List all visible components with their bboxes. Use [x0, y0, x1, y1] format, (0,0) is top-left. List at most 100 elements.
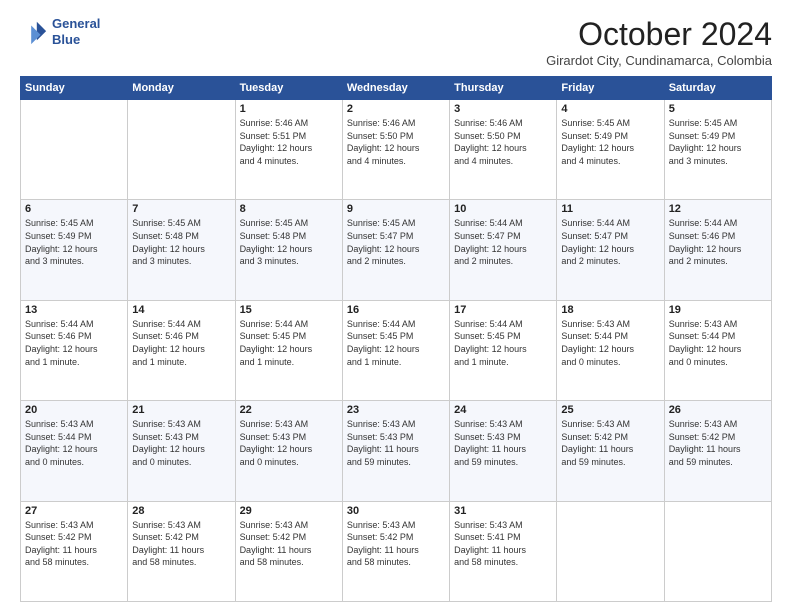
table-row: 4 Sunrise: 5:45 AM Sunset: 5:49 PM Daylig…: [557, 100, 664, 200]
day-number: 10: [454, 203, 552, 215]
cell-content: Sunrise: 5:44 AM Sunset: 5:46 PM Dayligh…: [669, 217, 767, 267]
page: General Blue October 2024 Girardot City,…: [0, 0, 792, 612]
day-number: 29: [240, 505, 338, 517]
table-row: 19 Sunrise: 5:43 AM Sunset: 5:44 PM Dayli…: [664, 300, 771, 400]
cell-content: Sunrise: 5:43 AM Sunset: 5:43 PM Dayligh…: [132, 418, 230, 468]
day-number: 12: [669, 203, 767, 215]
day-number: 4: [561, 103, 659, 115]
col-friday: Friday: [557, 77, 664, 100]
table-row: 31 Sunrise: 5:43 AM Sunset: 5:41 PM Dayli…: [450, 501, 557, 601]
table-row: 15Sunrise: 5:44 AM Sunset: 5:45 PM Dayli…: [235, 300, 342, 400]
table-row: 2 Sunrise: 5:46 AM Sunset: 5:50 PM Daylig…: [342, 100, 449, 200]
cell-content: Sunrise: 5:45 AM Sunset: 5:49 PM Dayligh…: [561, 117, 659, 167]
cell-content: Sunrise: 5:45 AM Sunset: 5:48 PM Dayligh…: [240, 217, 338, 267]
day-number: 18: [561, 304, 659, 316]
day-number: 5: [669, 103, 767, 115]
table-row: 30Sunrise: 5:43 AM Sunset: 5:42 PM Dayli…: [342, 501, 449, 601]
month-title: October 2024: [546, 16, 772, 53]
table-row: 24Sunrise: 5:43 AM Sunset: 5:43 PM Dayli…: [450, 401, 557, 501]
table-row: 3Sunrise: 5:46 AM Sunset: 5:50 PM Daylig…: [450, 100, 557, 200]
table-row: 18 Sunrise: 5:43 AM Sunset: 5:44 PM Dayli…: [557, 300, 664, 400]
cell-content: Sunrise: 5:44 AM Sunset: 5:47 PM Dayligh…: [561, 217, 659, 267]
table-row: 12 Sunrise: 5:44 AM Sunset: 5:46 PM Dayli…: [664, 200, 771, 300]
table-row: 11 Sunrise: 5:44 AM Sunset: 5:47 PM Dayli…: [557, 200, 664, 300]
day-number: 23: [347, 404, 445, 416]
table-row: 13 Sunrise: 5:44 AM Sunset: 5:46 PM Dayli…: [21, 300, 128, 400]
cell-content: Sunrise: 5:44 AM Sunset: 5:45 PM Dayligh…: [347, 318, 445, 368]
day-number: 19: [669, 304, 767, 316]
table-row: 20 Sunrise: 5:43 AM Sunset: 5:44 PM Dayli…: [21, 401, 128, 501]
day-number: 3: [454, 103, 552, 115]
logo-text: General Blue: [52, 16, 100, 47]
logo: General Blue: [20, 16, 100, 47]
day-number: 2: [347, 103, 445, 115]
calendar-week-5: 27 Sunrise: 5:43 AM Sunset: 5:42 PM Dayli…: [21, 501, 772, 601]
day-number: 6: [25, 203, 123, 215]
day-number: 31: [454, 505, 552, 517]
table-row: 6 Sunrise: 5:45 AM Sunset: 5:49 PM Daylig…: [21, 200, 128, 300]
day-number: 27: [25, 505, 123, 517]
table-row: 28 Sunrise: 5:43 AM Sunset: 5:42 PM Dayli…: [128, 501, 235, 601]
cell-content: Sunrise: 5:43 AM Sunset: 5:42 PM Dayligh…: [25, 519, 123, 569]
day-number: 16: [347, 304, 445, 316]
cell-content: Sunrise: 5:43 AM Sunset: 5:44 PM Dayligh…: [561, 318, 659, 368]
col-sunday: Sunday: [21, 77, 128, 100]
table-row: 29Sunrise: 5:43 AM Sunset: 5:42 PM Dayli…: [235, 501, 342, 601]
cell-content: Sunrise: 5:43 AM Sunset: 5:42 PM Dayligh…: [132, 519, 230, 569]
calendar-week-1: 1 Sunrise: 5:46 AM Sunset: 5:51 PM Daylig…: [21, 100, 772, 200]
day-number: 1: [240, 103, 338, 115]
day-number: 13: [25, 304, 123, 316]
cell-content: Sunrise: 5:46 AM Sunset: 5:51 PM Dayligh…: [240, 117, 338, 167]
cell-content: Sunrise: 5:45 AM Sunset: 5:48 PM Dayligh…: [132, 217, 230, 267]
cell-content: Sunrise: 5:45 AM Sunset: 5:49 PM Dayligh…: [25, 217, 123, 267]
table-row: 8Sunrise: 5:45 AM Sunset: 5:48 PM Daylig…: [235, 200, 342, 300]
table-row: [21, 100, 128, 200]
calendar-week-4: 20 Sunrise: 5:43 AM Sunset: 5:44 PM Dayli…: [21, 401, 772, 501]
day-number: 24: [454, 404, 552, 416]
title-block: October 2024 Girardot City, Cundinamarca…: [546, 16, 772, 68]
cell-content: Sunrise: 5:43 AM Sunset: 5:41 PM Dayligh…: [454, 519, 552, 569]
cell-content: Sunrise: 5:45 AM Sunset: 5:47 PM Dayligh…: [347, 217, 445, 267]
calendar-week-3: 13 Sunrise: 5:44 AM Sunset: 5:46 PM Dayli…: [21, 300, 772, 400]
table-row: 23Sunrise: 5:43 AM Sunset: 5:43 PM Dayli…: [342, 401, 449, 501]
cell-content: Sunrise: 5:43 AM Sunset: 5:44 PM Dayligh…: [25, 418, 123, 468]
day-number: 22: [240, 404, 338, 416]
day-number: 21: [132, 404, 230, 416]
col-wednesday: Wednesday: [342, 77, 449, 100]
table-row: 7Sunrise: 5:45 AM Sunset: 5:48 PM Daylig…: [128, 200, 235, 300]
cell-content: Sunrise: 5:43 AM Sunset: 5:42 PM Dayligh…: [669, 418, 767, 468]
cell-content: Sunrise: 5:44 AM Sunset: 5:46 PM Dayligh…: [25, 318, 123, 368]
table-row: 5 Sunrise: 5:45 AM Sunset: 5:49 PM Daylig…: [664, 100, 771, 200]
table-row: [664, 501, 771, 601]
day-number: 14: [132, 304, 230, 316]
day-number: 11: [561, 203, 659, 215]
table-row: 1 Sunrise: 5:46 AM Sunset: 5:51 PM Daylig…: [235, 100, 342, 200]
day-number: 20: [25, 404, 123, 416]
cell-content: Sunrise: 5:44 AM Sunset: 5:45 PM Dayligh…: [240, 318, 338, 368]
table-row: 16 Sunrise: 5:44 AM Sunset: 5:45 PM Dayli…: [342, 300, 449, 400]
logo-icon: [20, 18, 48, 46]
cell-content: Sunrise: 5:43 AM Sunset: 5:44 PM Dayligh…: [669, 318, 767, 368]
day-number: 17: [454, 304, 552, 316]
col-tuesday: Tuesday: [235, 77, 342, 100]
cell-content: Sunrise: 5:43 AM Sunset: 5:42 PM Dayligh…: [561, 418, 659, 468]
cell-content: Sunrise: 5:44 AM Sunset: 5:46 PM Dayligh…: [132, 318, 230, 368]
col-thursday: Thursday: [450, 77, 557, 100]
day-number: 9: [347, 203, 445, 215]
location: Girardot City, Cundinamarca, Colombia: [546, 53, 772, 68]
day-number: 26: [669, 404, 767, 416]
cell-content: Sunrise: 5:43 AM Sunset: 5:43 PM Dayligh…: [240, 418, 338, 468]
cell-content: Sunrise: 5:45 AM Sunset: 5:49 PM Dayligh…: [669, 117, 767, 167]
day-number: 28: [132, 505, 230, 517]
table-row: 17Sunrise: 5:44 AM Sunset: 5:45 PM Dayli…: [450, 300, 557, 400]
table-row: 27 Sunrise: 5:43 AM Sunset: 5:42 PM Dayli…: [21, 501, 128, 601]
table-row: 21 Sunrise: 5:43 AM Sunset: 5:43 PM Dayli…: [128, 401, 235, 501]
table-row: 10 Sunrise: 5:44 AM Sunset: 5:47 PM Dayli…: [450, 200, 557, 300]
calendar-week-2: 6 Sunrise: 5:45 AM Sunset: 5:49 PM Daylig…: [21, 200, 772, 300]
header: General Blue October 2024 Girardot City,…: [20, 16, 772, 68]
day-number: 30: [347, 505, 445, 517]
col-saturday: Saturday: [664, 77, 771, 100]
cell-content: Sunrise: 5:46 AM Sunset: 5:50 PM Dayligh…: [347, 117, 445, 167]
calendar-header-row: Sunday Monday Tuesday Wednesday Thursday…: [21, 77, 772, 100]
cell-content: Sunrise: 5:44 AM Sunset: 5:47 PM Dayligh…: [454, 217, 552, 267]
